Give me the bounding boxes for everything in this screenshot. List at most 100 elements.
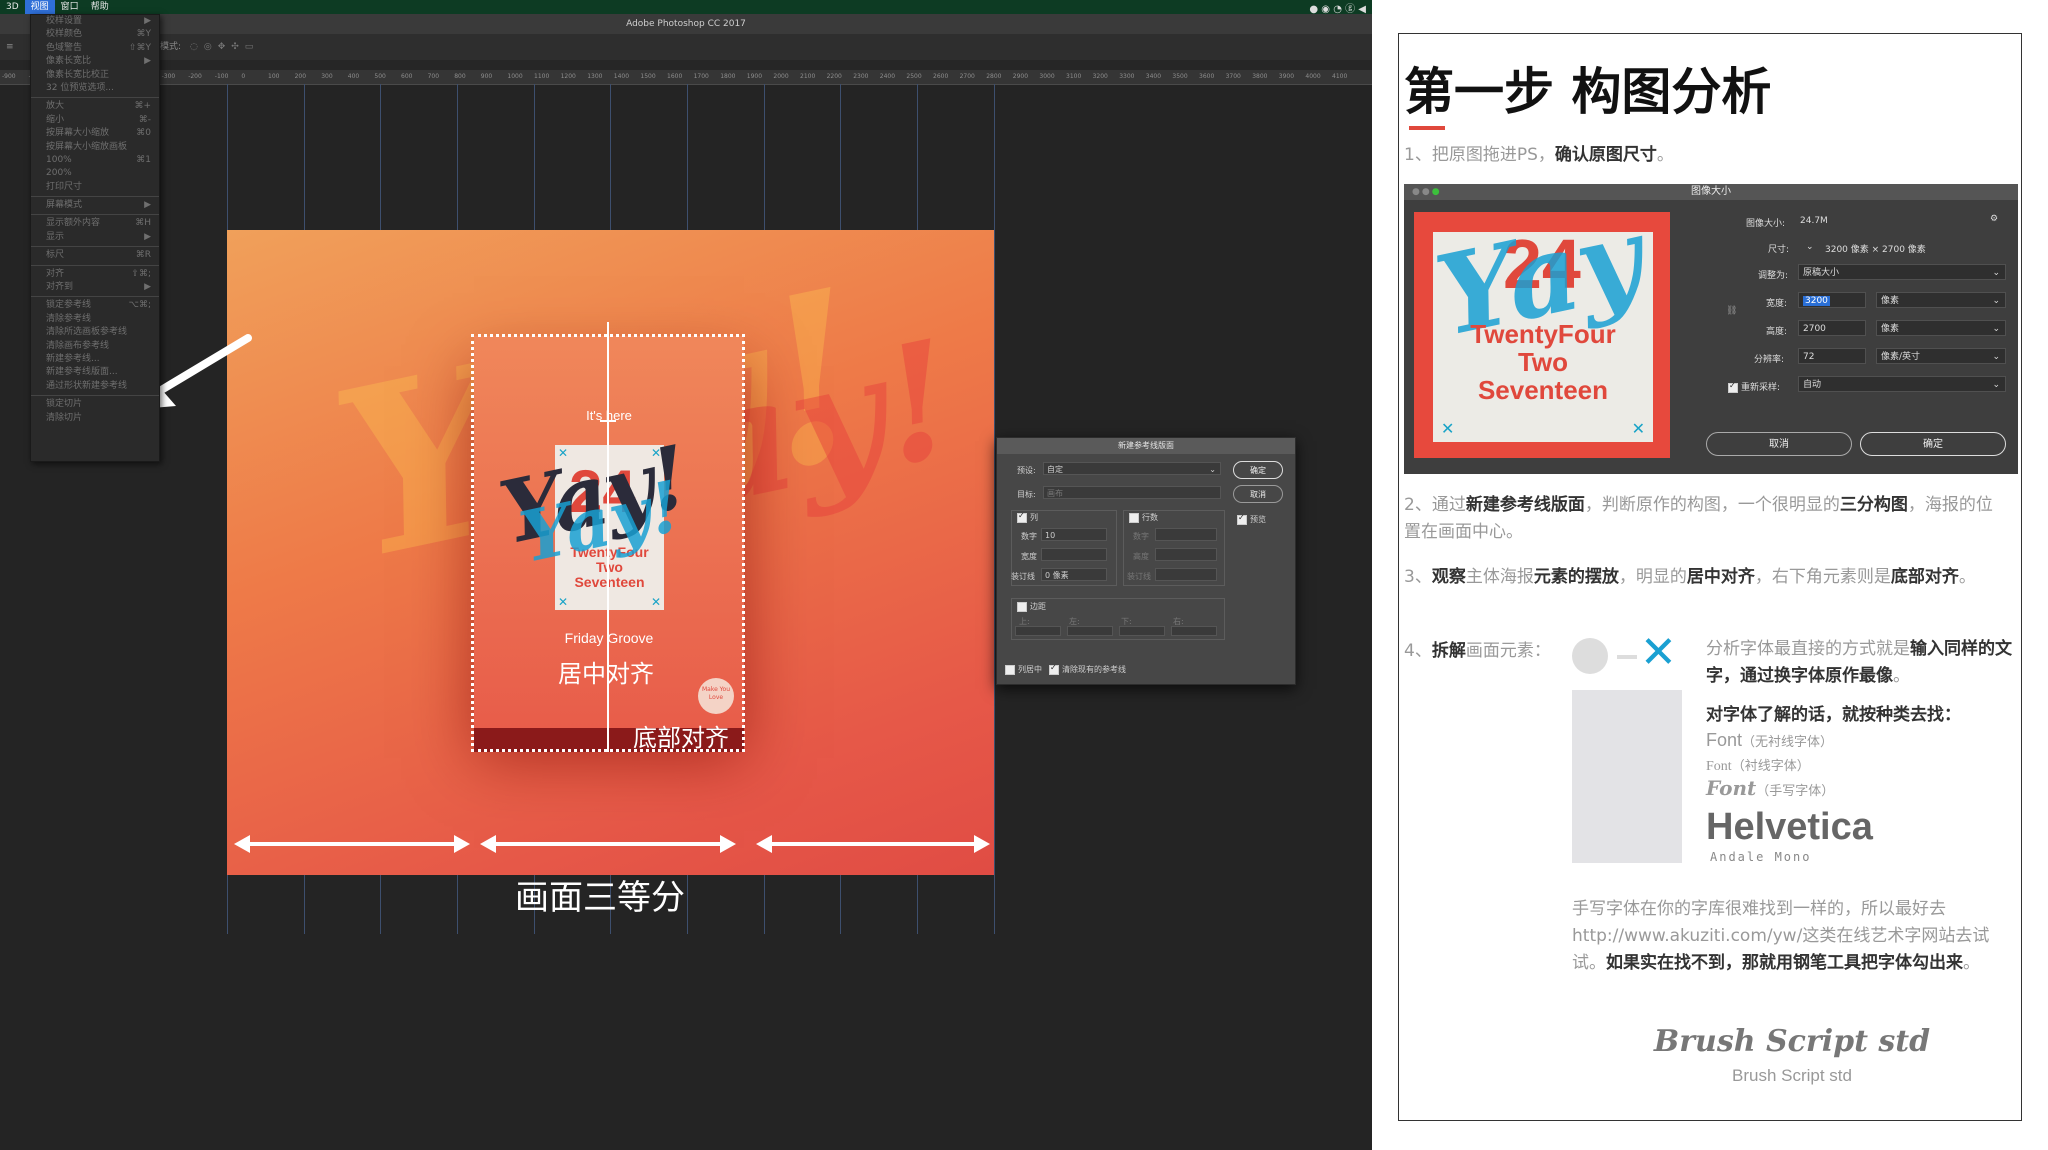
- preview-checkbox[interactable]: 预览: [1237, 513, 1266, 525]
- margin-checkbox[interactable]: 边距: [1017, 601, 1046, 612]
- row-number-input[interactable]: [1155, 528, 1217, 541]
- view-menu-item[interactable]: 色域警告 ⇧⌘Y: [31, 42, 159, 55]
- resample-checkbox[interactable]: 重新采样:: [1728, 380, 1780, 393]
- view-menu-item[interactable]: 新建参考线...: [31, 353, 159, 366]
- guide-line[interactable]: [994, 84, 995, 934]
- checkbox-icon: [1129, 512, 1139, 523]
- menu-item[interactable]: 窗口: [55, 0, 85, 14]
- view-menu-item[interactable]: 标尺 ⌘R: [31, 249, 159, 262]
- 3d-mode-icons[interactable]: ◌◎✥✣▭: [190, 34, 259, 60]
- row-gutter-input[interactable]: [1155, 568, 1217, 581]
- rows-checkbox[interactable]: 行数: [1129, 512, 1158, 523]
- view-menu-item-shortcut: ⌘-: [138, 114, 151, 125]
- view-menu-item[interactable]: 对齐 ⇧⌘;: [31, 268, 159, 281]
- view-menu-item[interactable]: 打印尺寸: [31, 181, 159, 194]
- view-menu-item[interactable]: 校样颜色 ⌘Y: [31, 28, 159, 41]
- ruler-tick-label: 3400: [1145, 73, 1162, 80]
- view-menu-item[interactable]: 对齐到 ▶: [31, 281, 159, 294]
- col-width-input[interactable]: [1041, 548, 1107, 561]
- view-menu-item[interactable]: 新建参考线版面...: [31, 366, 159, 379]
- view-menu-item[interactable]: 32 位预览选项...: [31, 82, 159, 95]
- menu-item[interactable]: 视图: [24, 0, 55, 14]
- preset-select[interactable]: 自定 ⌄: [1043, 462, 1221, 475]
- image-size-ok-button[interactable]: 确定: [1860, 432, 2006, 456]
- view-menu-item[interactable]: 清除参考线: [31, 313, 159, 326]
- col-gutter-label: 装订线: [1011, 572, 1035, 581]
- view-menu-dropdown: 校样设置 ▶ 校样颜色 ⌘Y 色域警告 ⇧⌘Y 像素长宽比 ▶ 像素长宽比校正 32 位预览选项.…: [30, 14, 160, 462]
- chevron-down-icon[interactable]: ⌄: [1806, 242, 1814, 252]
- center-columns-checkbox[interactable]: 列居中: [1005, 664, 1042, 675]
- brush-script-caption: Brush Script std: [1732, 1066, 1852, 1085]
- columns-checkbox[interactable]: 列: [1017, 511, 1038, 523]
- tool-icon[interactable]: ≡: [6, 34, 14, 60]
- view-menu-item-shortcut: ⌘1: [136, 154, 151, 165]
- view-menu-item[interactable]: 锁定参考线 ⌥⌘;: [31, 299, 159, 312]
- height-unit-select[interactable]: 像素 ⌄: [1876, 320, 2006, 336]
- view-menu-item-label: 屏幕模式: [46, 200, 83, 211]
- view-menu-item[interactable]: 清除所选画板参考线: [31, 326, 159, 339]
- resample-label: 重新采样:: [1741, 383, 1781, 393]
- resolution-input[interactable]: 72: [1798, 348, 1866, 364]
- ruler-tick-label: -200: [188, 73, 202, 80]
- ruler-tick-label: 900: [480, 73, 493, 80]
- step-3-part: 3、: [1404, 567, 1432, 587]
- target-select[interactable]: 画布: [1043, 486, 1221, 499]
- ruler-tick-label: 2800: [986, 73, 1002, 80]
- width-unit-select[interactable]: 像素 ⌄: [1876, 292, 2006, 308]
- ruler-tick-label: 1400: [613, 73, 630, 80]
- horizontal-ruler[interactable]: -900-800-700-600-500-400-300-200-1000100…: [0, 70, 1372, 85]
- ok-button[interactable]: 确定: [1233, 461, 1283, 479]
- col-number-input[interactable]: 10: [1041, 528, 1107, 541]
- ruler-tick-label: 4100: [1332, 73, 1348, 80]
- ruler-tick-label: 2200: [826, 73, 842, 80]
- view-menu-item[interactable]: 按屏幕大小缩放画板: [31, 141, 159, 154]
- view-menu-item[interactable]: 校样设置 ▶: [31, 15, 159, 28]
- menu-item[interactable]: 3D: [0, 0, 25, 14]
- view-menu-item[interactable]: 通过形状新建参考线: [31, 380, 159, 393]
- view-menu-item[interactable]: 像素长宽比 ▶: [31, 55, 159, 68]
- menu-item[interactable]: 帮助: [85, 0, 115, 14]
- link-icon[interactable]: ⛓: [1726, 306, 1737, 316]
- step-3-part: ，明显的: [1618, 567, 1687, 587]
- view-menu-item-shortcut: ⌘R: [135, 250, 151, 261]
- clear-guides-checkbox[interactable]: 清除现有的参考线: [1049, 663, 1126, 675]
- resample-select[interactable]: 自动 ⌄: [1798, 376, 2006, 392]
- view-menu-item-label: 32 位预览选项...: [46, 82, 114, 93]
- view-menu-item[interactable]: 清除切片: [31, 412, 159, 425]
- window-controls-icon[interactable]: ●●●: [1412, 187, 1442, 197]
- dialog-title: 新建参考线版面: [997, 438, 1295, 454]
- col-gutter-input[interactable]: 0 像素: [1041, 568, 1107, 581]
- view-menu-item[interactable]: 锁定切片: [31, 398, 159, 411]
- view-menu-item[interactable]: 显示额外内容 ⌘H: [31, 217, 159, 230]
- step-2-text: 2、通过新建参考线版面，判断原作的构图，一个很明显的三分构图，海报的位置在画面中…: [1404, 492, 2004, 546]
- margin-top-input[interactable]: [1015, 626, 1061, 636]
- height-input[interactable]: 2700: [1798, 320, 1866, 336]
- window-title: Adobe Photoshop CC 2017: [0, 14, 1372, 34]
- fit-to-select[interactable]: 原稿大小 ⌄: [1798, 264, 2006, 280]
- view-menu-item[interactable]: 显示 ▶: [31, 231, 159, 244]
- view-menu-item[interactable]: 像素长宽比校正: [31, 69, 159, 82]
- resolution-unit-select[interactable]: 像素/英寸 ⌄: [1876, 348, 2006, 364]
- resolution-unit: 像素/英寸: [1881, 352, 1921, 362]
- view-menu-item[interactable]: 缩小 ⌘-: [31, 114, 159, 127]
- ruler-tick-label: 3700: [1225, 73, 1241, 80]
- width-input[interactable]: 3200: [1798, 292, 1866, 308]
- margin-left-input[interactable]: [1067, 626, 1113, 636]
- view-menu-item[interactable]: 按屏幕大小缩放 ⌘0: [31, 127, 159, 140]
- margin-bottom-input[interactable]: [1119, 626, 1165, 636]
- view-menu-item[interactable]: 屏幕模式 ▶: [31, 199, 159, 212]
- view-menu-item[interactable]: 放大 ⌘+: [31, 100, 159, 113]
- margin-right-input[interactable]: [1171, 626, 1217, 636]
- view-menu-item-label: 对齐到: [46, 282, 74, 293]
- gear-icon[interactable]: ⚙: [1990, 214, 1998, 224]
- view-menu-item[interactable]: 清除画布参考线: [31, 340, 159, 353]
- row-height-label: 高度: [1133, 552, 1149, 561]
- col-number-label: 数字: [1021, 532, 1037, 541]
- cancel-button[interactable]: 取消: [1233, 485, 1283, 503]
- image-size-cancel-button[interactable]: 取消: [1706, 432, 1852, 456]
- row-height-input[interactable]: [1155, 548, 1217, 561]
- view-menu-item[interactable]: 100% ⌘1: [31, 154, 159, 167]
- view-menu-item[interactable]: 200%: [31, 167, 159, 180]
- thumbnail-card: 24 Yay TwentyFour Two Seventeen ✕ ✕: [1426, 192, 1653, 442]
- preset-value: 自定: [1047, 465, 1063, 474]
